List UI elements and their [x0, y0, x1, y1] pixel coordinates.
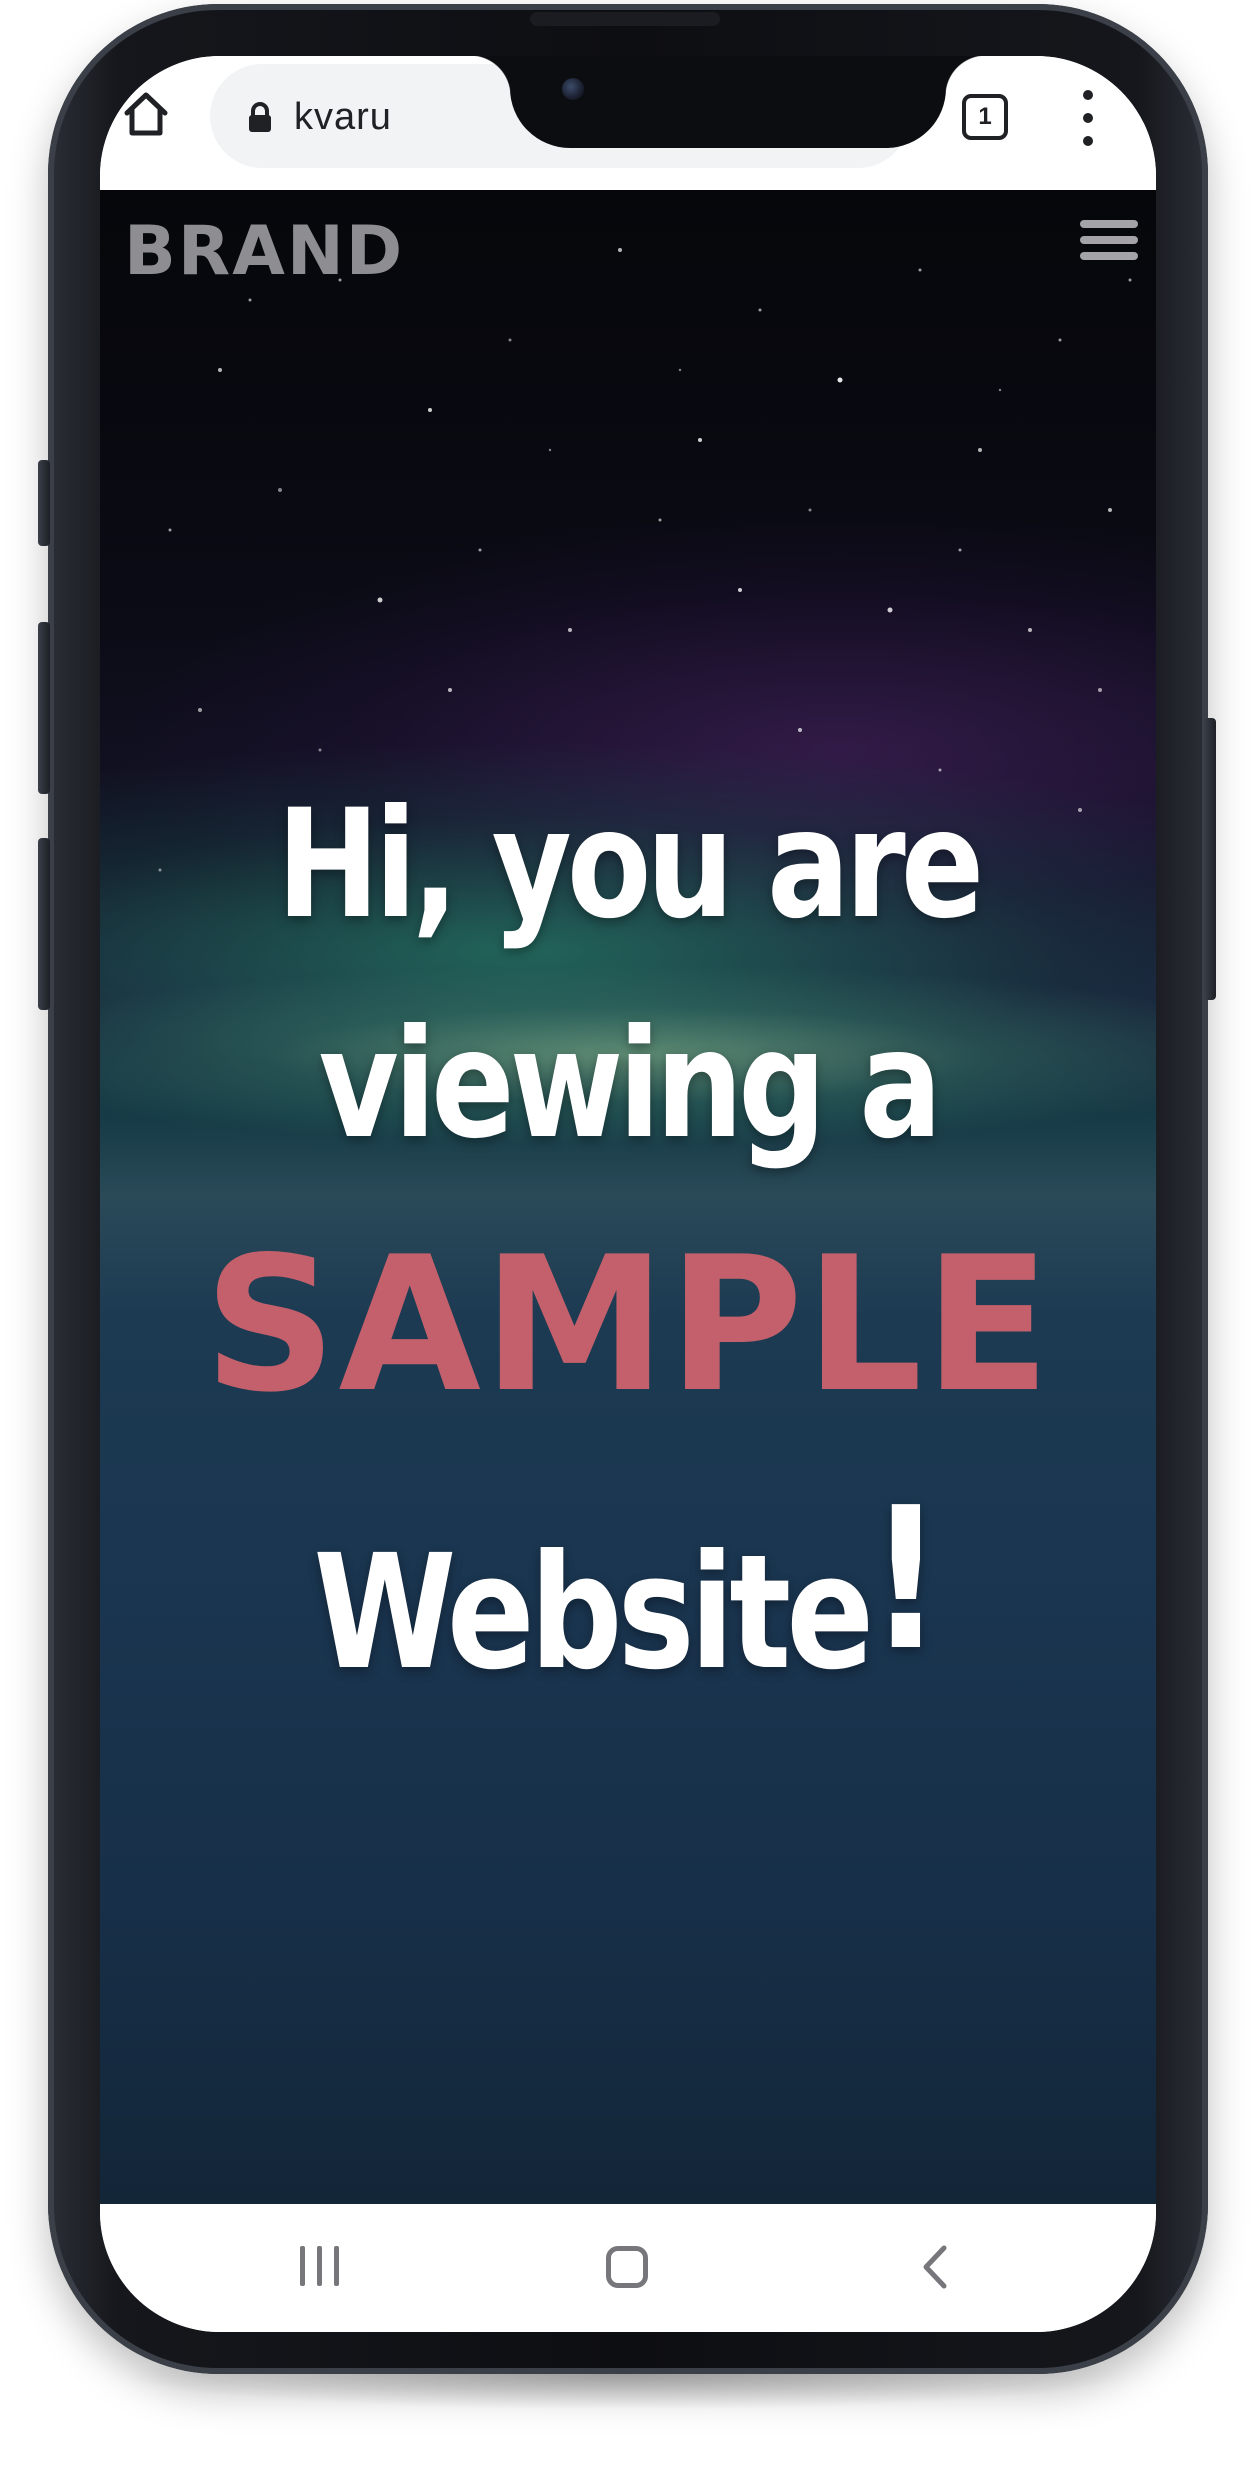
hero-highlight-word: SAMPLE	[203, 1216, 1053, 1433]
earpiece-speaker	[530, 12, 720, 26]
brand-logo[interactable]: BRAND	[124, 212, 404, 291]
home-icon[interactable]	[118, 86, 174, 142]
recents-icon[interactable]	[300, 2246, 344, 2286]
system-navigation-bar	[100, 2204, 1156, 2332]
volume-down-button	[38, 838, 50, 1010]
back-chevron-icon[interactable]	[916, 2244, 956, 2290]
hero-line-4: Website!	[195, 1482, 1061, 1698]
hero-exclamation: !	[869, 1466, 943, 1694]
phone-screen: kvaru / 1	[100, 56, 1156, 2332]
hero-line-1: Hi, you are	[276, 778, 985, 952]
url-text: kvaru	[294, 96, 392, 138]
front-camera	[562, 78, 584, 100]
hamburger-menu-icon[interactable]	[1080, 220, 1138, 264]
hero-line-4-word: Website	[313, 1521, 874, 1705]
tab-count: 1	[978, 103, 992, 130]
hero-heading: Hi, you are viewing a SAMPLE Website!	[100, 790, 1156, 1698]
volume-up-button	[38, 622, 50, 794]
device-mockup: kvaru / 1	[0, 0, 1253, 2466]
silent-switch	[38, 460, 50, 546]
home-circle-icon[interactable]	[606, 2246, 648, 2288]
camera-notch	[470, 56, 986, 148]
hero-section: BRAND Hi, you are viewing a SAMPLE Websi…	[100, 190, 1156, 2204]
lock-icon	[246, 102, 274, 139]
tab-switcher-button[interactable]: 1	[962, 94, 1008, 140]
more-vertical-icon[interactable]	[1078, 90, 1098, 146]
hero-line-2: viewing a	[318, 998, 943, 1172]
power-button	[1204, 718, 1216, 1000]
